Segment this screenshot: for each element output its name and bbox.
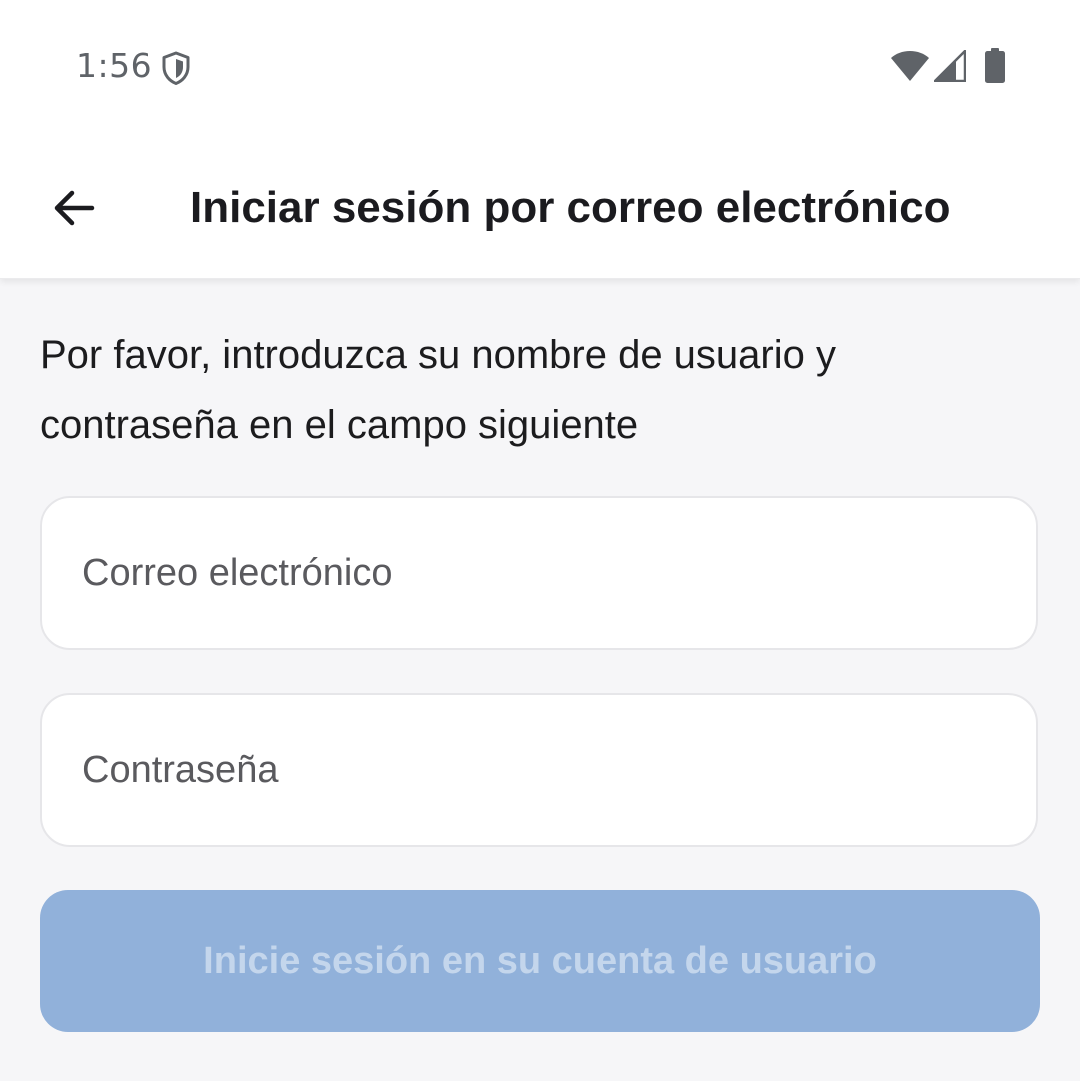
login-screen: 1:56 Iniciar sesión por correo electróni…	[0, 0, 1080, 1081]
shield-icon	[162, 51, 190, 85]
arrow-left-icon	[54, 190, 95, 226]
password-field[interactable]	[82, 695, 982, 845]
back-button[interactable]	[30, 164, 118, 252]
login-button[interactable]: Inicie sesión en su cuenta de usuario	[40, 890, 1040, 1032]
status-bar: 1:56	[0, 0, 1080, 135]
signal-icon	[934, 50, 966, 82]
page-title: Iniciar sesión por correo electrónico	[190, 183, 951, 232]
battery-icon	[985, 48, 1005, 83]
status-time: 1:56	[76, 46, 153, 85]
email-field-container[interactable]	[40, 496, 1038, 650]
password-field-container[interactable]	[40, 693, 1038, 847]
email-field[interactable]	[82, 498, 982, 648]
instructions-text: Por favor, introduzca su nombre de usuar…	[40, 333, 836, 447]
app-bar: Iniciar sesión por correo electrónico	[0, 140, 1080, 278]
header-area: 1:56 Iniciar sesión por correo electróni…	[0, 0, 1080, 279]
wifi-icon	[891, 51, 929, 81]
